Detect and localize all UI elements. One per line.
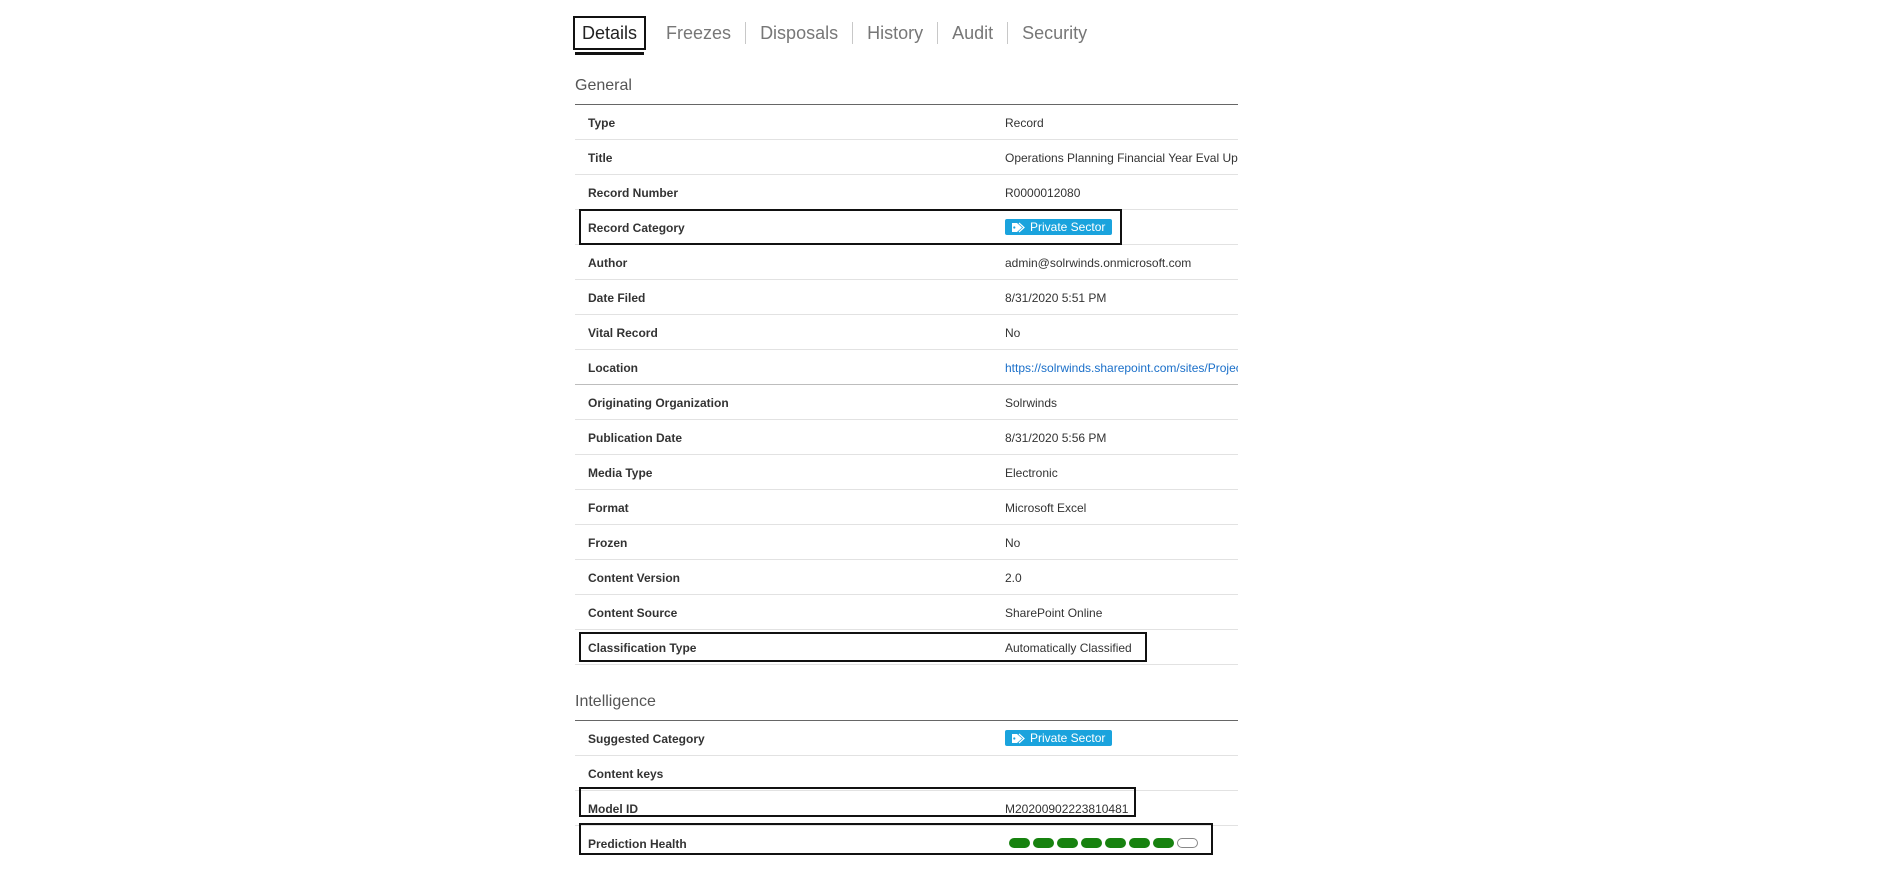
row-label: Author [588, 256, 628, 270]
row-value: Record [1005, 116, 1044, 130]
row-label: Suggested Category [588, 732, 705, 746]
general-rows: Type Record Title Operations Planning Fi… [575, 105, 1238, 665]
category-badge-label: Private Sector [1030, 220, 1106, 234]
row-label: Model ID [588, 802, 638, 816]
location-link[interactable]: https://solrwinds.sharepoint.com/sites/P… [1005, 361, 1238, 375]
tab-freezes[interactable]: Freezes [652, 22, 747, 44]
row-frozen: Frozen No [575, 525, 1238, 560]
general-section-title: General [575, 77, 632, 94]
row-value: 8/31/2020 5:56 PM [1005, 431, 1107, 445]
tab-bar: Details Freezes Disposals History Audit … [573, 13, 1101, 55]
row-content-source: Content Source SharePoint Online [575, 595, 1238, 630]
row-label: Classification Type [588, 641, 697, 655]
record-details-page: Details Freezes Disposals History Audit … [0, 0, 1879, 871]
suggested-category-badge[interactable]: Private Sector [1005, 730, 1113, 746]
row-value: admin@solrwinds.onmicrosoft.com [1005, 256, 1192, 270]
health-segment-filled [1153, 838, 1174, 848]
row-originating-organization: Originating Organization Solrwinds [575, 385, 1238, 420]
tab-history[interactable]: History [853, 22, 939, 44]
row-record-number: Record Number R0000012080 [575, 175, 1238, 210]
row-label: Date Filed [588, 291, 646, 305]
row-title: Title Operations Planning Financial Year… [575, 140, 1238, 175]
row-value: Electronic [1005, 466, 1058, 480]
row-value: R0000012080 [1005, 186, 1081, 200]
row-model-id: Model ID M20200902223810481 [575, 791, 1238, 826]
row-content-version: Content Version 2.0 [575, 560, 1238, 595]
row-vital-record: Vital Record No [575, 315, 1238, 350]
health-segment-filled [1081, 838, 1102, 848]
row-type: Type Record [575, 105, 1238, 140]
row-value: Private Sector [1005, 219, 1113, 236]
health-segment-filled [1057, 838, 1078, 848]
row-author: Author admin@solrwinds.onmicrosoft.com [575, 245, 1238, 280]
intelligence-rows: Suggested Category Private Sector Conten… [575, 721, 1238, 861]
row-value: No [1005, 536, 1021, 550]
row-value: SharePoint Online [1005, 606, 1103, 620]
row-label: Frozen [588, 536, 628, 550]
row-record-category: Record Category Private Sector [575, 210, 1238, 245]
row-label: Vital Record [588, 326, 658, 340]
row-value: Microsoft Excel [1005, 501, 1087, 515]
row-label: Type [588, 116, 616, 130]
row-label: Content keys [588, 767, 664, 781]
row-date-filed: Date Filed 8/31/2020 5:51 PM [575, 280, 1238, 315]
health-segment-filled [1033, 838, 1054, 848]
prediction-health-meter [1009, 838, 1198, 848]
row-value: 2.0 [1005, 571, 1022, 585]
tag-icon [1012, 222, 1025, 232]
row-value: Solrwinds [1005, 396, 1058, 410]
row-label: Title [588, 151, 613, 165]
row-value: Operations Planning Financial Year Eval … [1005, 151, 1238, 165]
suggested-category-badge-label: Private Sector [1030, 731, 1106, 745]
row-suggested-category: Suggested Category Private Sector [575, 721, 1238, 756]
row-label: Media Type [588, 466, 653, 480]
row-format: Format Microsoft Excel [575, 490, 1238, 525]
health-segment-filled [1129, 838, 1150, 848]
intelligence-section-title: Intelligence [575, 693, 656, 710]
row-label: Publication Date [588, 431, 683, 445]
health-segment-filled [1105, 838, 1126, 848]
row-media-type: Media Type Electronic [575, 455, 1238, 490]
row-content-keys: Content keys [575, 756, 1238, 791]
health-segment-empty [1177, 838, 1198, 848]
tab-details[interactable]: Details [573, 16, 647, 55]
row-label: Location [588, 361, 638, 375]
row-label: Prediction Health [588, 837, 687, 851]
tab-security[interactable]: Security [1008, 22, 1101, 44]
row-value: 8/31/2020 5:51 PM [1005, 291, 1107, 305]
row-value: Private Sector [1005, 730, 1113, 747]
row-value: No [1005, 326, 1021, 340]
row-prediction-health: Prediction Health [575, 826, 1238, 861]
row-label: Record Number [588, 186, 679, 200]
category-badge[interactable]: Private Sector [1005, 219, 1113, 235]
tab-disposals[interactable]: Disposals [746, 22, 854, 44]
row-location: Location https://solrwinds.sharepoint.co… [575, 350, 1238, 385]
row-label: Format [588, 501, 629, 515]
row-publication-date: Publication Date 8/31/2020 5:56 PM [575, 420, 1238, 455]
row-label: Record Category [588, 221, 685, 235]
health-segment-filled [1009, 838, 1030, 848]
row-classification-type: Classification Type Automatically Classi… [575, 630, 1238, 665]
tag-icon [1012, 733, 1025, 743]
row-label: Content Version [588, 571, 681, 585]
row-label: Content Source [588, 606, 678, 620]
row-value: Automatically Classified [1005, 641, 1132, 655]
row-label: Originating Organization [588, 396, 729, 410]
row-value: M20200902223810481 [1005, 802, 1129, 816]
tab-audit[interactable]: Audit [938, 22, 1009, 44]
